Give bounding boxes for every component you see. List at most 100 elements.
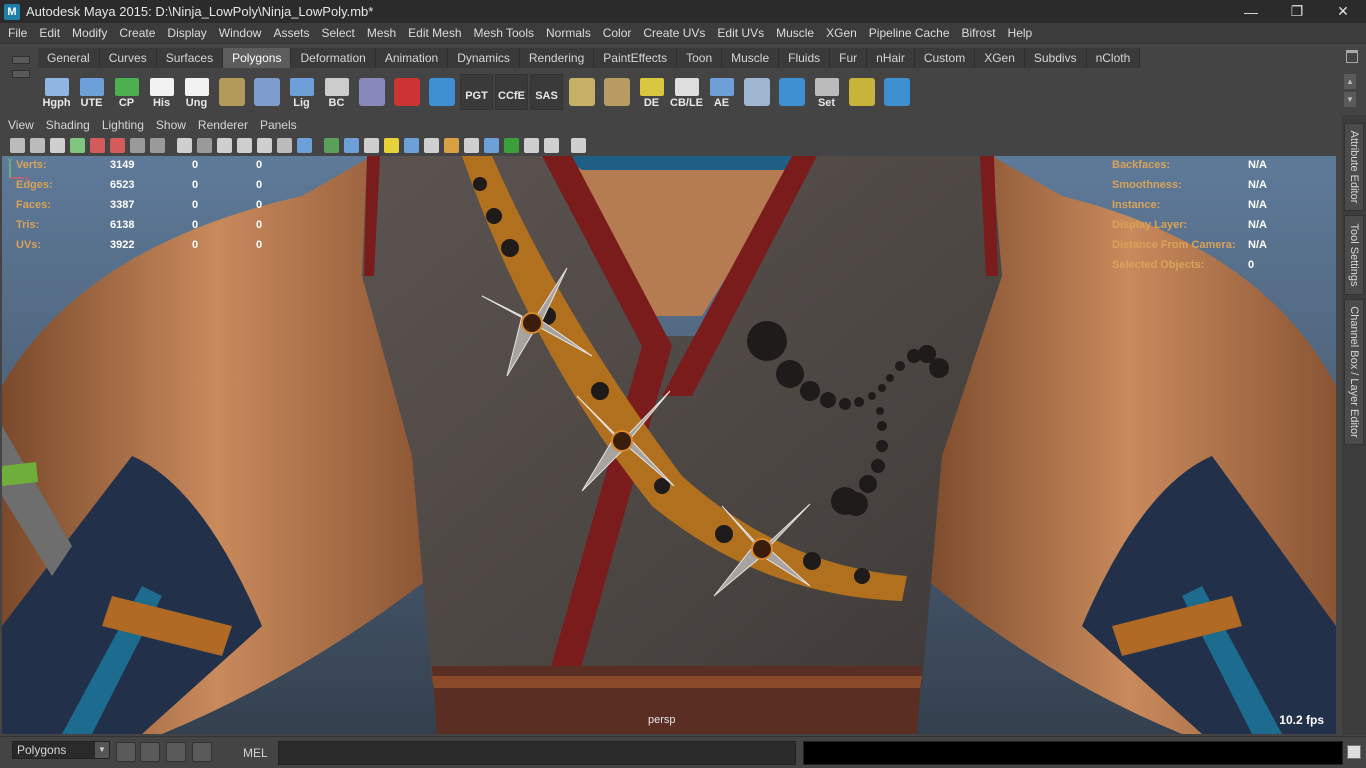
- tab-fluids[interactable]: Fluids: [779, 48, 831, 68]
- panel-tool-icon[interactable]: [297, 138, 312, 153]
- tab-nhair[interactable]: nHair: [867, 48, 915, 68]
- tab-surfaces[interactable]: Surfaces: [156, 48, 224, 68]
- panel-menu-shading[interactable]: Shading: [40, 118, 96, 132]
- shelf-button-ute[interactable]: UTE: [75, 74, 108, 110]
- panel-tool-icon[interactable]: [237, 138, 252, 153]
- tab-rendering[interactable]: Rendering: [519, 48, 595, 68]
- shelf-scroll-down-icon[interactable]: ▼: [1344, 92, 1356, 107]
- shelf-button-cp[interactable]: CP: [110, 74, 143, 110]
- menu-color[interactable]: Color: [597, 23, 638, 43]
- panel-tool-icon[interactable]: [277, 138, 292, 153]
- menu-set-select[interactable]: Polygons ▼: [12, 741, 110, 759]
- menu-help[interactable]: Help: [1002, 23, 1039, 43]
- shelf-button-lig[interactable]: Lig: [285, 74, 318, 110]
- panel-tool-icon[interactable]: [130, 138, 145, 153]
- panel-tool-icon[interactable]: [70, 138, 85, 153]
- shelf-button-pgt[interactable]: PGT: [460, 74, 493, 110]
- menu-muscle[interactable]: Muscle: [770, 23, 820, 43]
- panel-tool-icon[interactable]: [150, 138, 165, 153]
- tab-general[interactable]: General: [38, 48, 100, 68]
- menu-select[interactable]: Select: [315, 23, 360, 43]
- panel-tool-icon[interactable]: [197, 138, 212, 153]
- menu-window[interactable]: Window: [213, 23, 268, 43]
- panel-tool-icon[interactable]: [110, 138, 125, 153]
- tab-ncloth[interactable]: nCloth: [1086, 48, 1141, 68]
- tab-polygons[interactable]: Polygons: [223, 48, 292, 68]
- shelf-button-tool-15[interactable]: [565, 74, 598, 110]
- snap-icon[interactable]: [116, 742, 136, 762]
- outliner-icon[interactable]: [166, 742, 186, 762]
- menu-modify[interactable]: Modify: [66, 23, 113, 43]
- panel-tool-icon[interactable]: [90, 138, 105, 153]
- shelf-button-ccfe[interactable]: CCfE: [495, 74, 528, 110]
- panel-tool-icon[interactable]: [384, 138, 399, 153]
- tab-fur[interactable]: Fur: [830, 48, 868, 68]
- panel-tool-icon[interactable]: [404, 138, 419, 153]
- shelf-button-tool-24[interactable]: [880, 74, 913, 110]
- tab-tool-settings[interactable]: Tool Settings: [1344, 215, 1364, 295]
- menu-assets[interactable]: Assets: [267, 23, 315, 43]
- menu-file[interactable]: File: [2, 23, 33, 43]
- menu-bifrost[interactable]: Bifrost: [956, 23, 1002, 43]
- panel-tool-icon[interactable]: [344, 138, 359, 153]
- panel-tool-icon[interactable]: [177, 138, 192, 153]
- script-language-toggle[interactable]: MEL: [243, 746, 268, 760]
- menu-xgen[interactable]: XGen: [820, 23, 863, 43]
- panel-tool-icon[interactable]: [504, 138, 519, 153]
- close-button[interactable]: ✕: [1320, 0, 1366, 23]
- shelf-button-ae[interactable]: AE: [705, 74, 738, 110]
- shelf-button-tool-11[interactable]: [425, 74, 458, 110]
- panel-menu-show[interactable]: Show: [150, 118, 192, 132]
- shelf-scroll[interactable]: ▲ ▼: [1344, 74, 1356, 108]
- command-input[interactable]: [278, 741, 796, 765]
- shelf-button-tool-23[interactable]: [845, 74, 878, 110]
- panel-tool-icon[interactable]: [571, 138, 586, 153]
- shelf-button-his[interactable]: His: [145, 74, 178, 110]
- restore-button[interactable]: ❐: [1274, 0, 1320, 23]
- menu-create[interactable]: Create: [113, 23, 161, 43]
- shelf-button-tool-20[interactable]: [740, 74, 773, 110]
- chevron-down-icon[interactable]: ▼: [95, 742, 109, 758]
- shelf-button-tool-5[interactable]: [215, 74, 248, 110]
- render-view-icon[interactable]: [140, 742, 160, 762]
- tab-dynamics[interactable]: Dynamics: [448, 48, 520, 68]
- panel-tool-icon[interactable]: [544, 138, 559, 153]
- tab-subdivs[interactable]: Subdivs: [1024, 48, 1087, 68]
- shelf-options-handle[interactable]: [8, 50, 34, 108]
- panel-tool-icon[interactable]: [257, 138, 272, 153]
- menu-mesh[interactable]: Mesh: [361, 23, 402, 43]
- shelf-button-ung[interactable]: Ung: [180, 74, 213, 110]
- shelf-button-tool-9[interactable]: [355, 74, 388, 110]
- tab-deformation[interactable]: Deformation: [291, 48, 376, 68]
- panel-menu-renderer[interactable]: Renderer: [192, 118, 254, 132]
- panel-menu-panels[interactable]: Panels: [254, 118, 303, 132]
- shelf-button-tool-10[interactable]: [390, 74, 423, 110]
- viewport-persp[interactable]: Verts: 3149 0 0 Edges: 6523 0 0 Faces: 3387 0 0 Tris…: [2, 156, 1336, 734]
- tab-custom[interactable]: Custom: [914, 48, 976, 68]
- panel-tool-icon[interactable]: [364, 138, 379, 153]
- menu-normals[interactable]: Normals: [540, 23, 597, 43]
- trash-icon[interactable]: [1346, 50, 1358, 63]
- shelf-button-bc[interactable]: BC: [320, 74, 353, 110]
- panel-tool-icon[interactable]: [30, 138, 45, 153]
- panel-tool-icon[interactable]: [324, 138, 339, 153]
- menu-display[interactable]: Display: [161, 23, 212, 43]
- shelf-button-cb-le[interactable]: CB/LE: [670, 74, 703, 110]
- shelf-scroll-up-icon[interactable]: ▲: [1344, 74, 1356, 89]
- panel-tool-icon[interactable]: [484, 138, 499, 153]
- menu-edit-mesh[interactable]: Edit Mesh: [402, 23, 467, 43]
- script-list-icon[interactable]: [192, 742, 212, 762]
- tab-channel-box[interactable]: Channel Box / Layer Editor: [1344, 299, 1364, 445]
- shelf-button-hgph[interactable]: Hgph: [40, 74, 73, 110]
- minimize-button[interactable]: —: [1228, 0, 1274, 23]
- panel-tool-icon[interactable]: [50, 138, 65, 153]
- shelf-button-set[interactable]: Set: [810, 74, 843, 110]
- script-editor-icon[interactable]: [1347, 745, 1361, 759]
- panel-tool-icon[interactable]: [464, 138, 479, 153]
- tab-painteffects[interactable]: PaintEffects: [594, 48, 678, 68]
- panel-tool-icon[interactable]: [424, 138, 439, 153]
- tab-attribute-editor[interactable]: Attribute Editor: [1344, 123, 1364, 211]
- shelf-button-de[interactable]: DE: [635, 74, 668, 110]
- tab-muscle[interactable]: Muscle: [722, 48, 780, 68]
- panel-tool-icon[interactable]: [10, 138, 25, 153]
